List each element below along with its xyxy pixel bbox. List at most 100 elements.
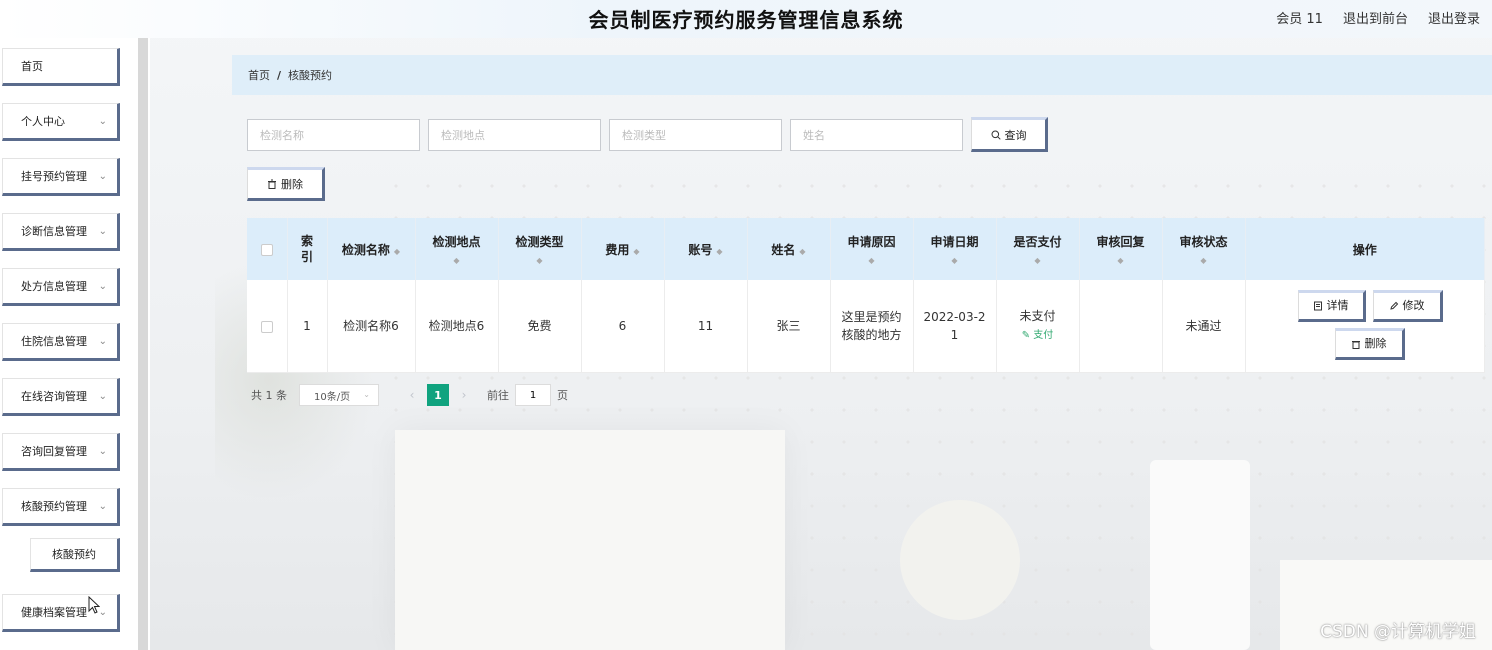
trash-icon bbox=[268, 179, 276, 189]
sidebar-subitem-nucleic-appointment[interactable]: 核酸预约 bbox=[30, 538, 120, 572]
sort-icon[interactable]: ◆ bbox=[716, 247, 722, 256]
sidebar-item-6[interactable]: 在线咨询管理 ⌄ bbox=[2, 378, 120, 416]
goto-page-input[interactable] bbox=[515, 384, 551, 406]
sidebar-item-1[interactable]: 个人中心 ⌄ bbox=[2, 103, 120, 141]
test-name-input[interactable] bbox=[247, 119, 420, 151]
pagination: 共 1 条 10条/页 ⌄ ‹ 1 › 前往 页 bbox=[251, 384, 568, 406]
header-reply[interactable]: 审核回复 ◆ bbox=[1079, 218, 1163, 280]
sidebar-item-5[interactable]: 住院信息管理 ⌄ bbox=[2, 323, 120, 361]
breadcrumb-home[interactable]: 首页 bbox=[248, 67, 270, 83]
header-label: 检测名称 bbox=[341, 242, 390, 257]
sidebar-item-label: 诊断信息管理 bbox=[21, 225, 87, 238]
mouse-cursor-icon bbox=[88, 596, 100, 614]
header-reason[interactable]: 申请原因 ◆ bbox=[830, 218, 914, 280]
header-test-type[interactable]: 检测类型 ◆ bbox=[498, 218, 582, 280]
sidebar-item-2[interactable]: 挂号预约管理 ⌄ bbox=[2, 158, 120, 196]
select-all-checkbox[interactable] bbox=[260, 243, 273, 256]
sort-icon[interactable]: ◆ bbox=[420, 256, 494, 265]
header-fee[interactable]: 费用 ◆ bbox=[581, 218, 665, 280]
header-select-all[interactable] bbox=[247, 218, 288, 280]
sort-icon[interactable]: ◆ bbox=[799, 247, 805, 256]
sort-icon[interactable]: ◆ bbox=[1084, 256, 1158, 265]
sort-icon[interactable]: ◆ bbox=[918, 256, 992, 265]
test-location-input[interactable] bbox=[428, 119, 601, 151]
edit-icon bbox=[1389, 301, 1398, 310]
header-test-name[interactable]: 检测名称 ◆ bbox=[327, 218, 416, 280]
sort-icon[interactable]: ◆ bbox=[503, 256, 577, 265]
header-label: 账号 bbox=[688, 242, 713, 257]
sidebar-item-label: 首页 bbox=[21, 60, 43, 73]
cell-actions: 详情 修改 删除 bbox=[1245, 280, 1485, 373]
sidebar-item-label: 住院信息管理 bbox=[21, 335, 87, 348]
chevron-down-icon: ⌄ bbox=[98, 336, 107, 347]
edit-button[interactable]: 修改 bbox=[1372, 290, 1443, 322]
query-button[interactable]: 查询 bbox=[971, 117, 1048, 152]
top-header: 会员制医疗预约服务管理信息系统 会员 11 退出到前台 退出登录 bbox=[0, 0, 1492, 38]
header-account[interactable]: 账号 ◆ bbox=[664, 218, 748, 280]
sidebar-item-label: 咨询回复管理 bbox=[21, 445, 87, 458]
batch-delete-label: 删除 bbox=[281, 178, 303, 191]
header-label: 检测地点 bbox=[432, 235, 481, 249]
pay-link[interactable]: ✎ 支付 bbox=[1001, 327, 1075, 345]
person-name-input[interactable] bbox=[790, 119, 963, 151]
paid-status: 未支付 bbox=[1019, 309, 1056, 323]
page-number-current[interactable]: 1 bbox=[427, 384, 449, 406]
page-size-select[interactable]: 10条/页 ⌄ bbox=[299, 384, 379, 406]
logout-link[interactable]: 退出登录 bbox=[1428, 8, 1480, 27]
user-label: 会员 11 bbox=[1276, 12, 1323, 27]
goto-suffix: 页 bbox=[557, 389, 568, 402]
cell-paid: 未支付 ✎ 支付 bbox=[996, 280, 1080, 373]
sort-icon[interactable]: ◆ bbox=[835, 256, 909, 265]
sidebar-item-label: 健康档案管理 bbox=[21, 606, 87, 619]
batch-delete-button[interactable]: 删除 bbox=[247, 167, 325, 201]
sidebar-item-label: 处方信息管理 bbox=[21, 280, 87, 293]
header-label: 申请原因 bbox=[847, 235, 896, 249]
table-row: 1 检测名称6 检测地点6 免费 6 11 张三 这里是预约核酸的地方 2022… bbox=[247, 280, 1485, 373]
sort-icon[interactable]: ◆ bbox=[1001, 256, 1075, 265]
sort-icon[interactable]: ◆ bbox=[394, 247, 400, 256]
sidebar-item-7[interactable]: 咨询回复管理 ⌄ bbox=[2, 433, 120, 471]
row-select-cell[interactable] bbox=[247, 280, 288, 373]
row-checkbox[interactable] bbox=[260, 320, 273, 333]
next-page-button[interactable]: › bbox=[453, 388, 475, 402]
header-name[interactable]: 姓名 ◆ bbox=[747, 218, 831, 280]
exit-to-front-link[interactable]: 退出到前台 bbox=[1343, 8, 1408, 27]
sidebar-item-8[interactable]: 核酸预约管理 ⌄ bbox=[2, 488, 120, 526]
sidebar-item-label: 在线咨询管理 bbox=[21, 390, 87, 403]
cell-test-name: 检测名称6 bbox=[327, 280, 416, 373]
row-delete-button[interactable]: 删除 bbox=[1334, 328, 1405, 360]
cell-reply bbox=[1079, 280, 1163, 373]
goto-prefix: 前往 bbox=[487, 389, 509, 402]
prev-page-button[interactable]: ‹ bbox=[401, 388, 423, 402]
cell-test-type: 免费 bbox=[498, 280, 582, 373]
sort-icon[interactable]: ◆ bbox=[633, 247, 639, 256]
sort-icon[interactable]: ◆ bbox=[1167, 256, 1241, 265]
sidebar-scrollbar[interactable] bbox=[138, 38, 148, 650]
chevron-down-icon: ⌄ bbox=[98, 391, 107, 402]
sidebar-item-0[interactable]: 首页 bbox=[2, 48, 120, 86]
header-test-location[interactable]: 检测地点 ◆ bbox=[415, 218, 499, 280]
sidebar-item-9[interactable]: 健康档案管理 ⌄ bbox=[2, 594, 120, 632]
background-shape bbox=[395, 430, 785, 650]
sidebar-item-3[interactable]: 诊断信息管理 ⌄ bbox=[2, 213, 120, 251]
cell-account: 11 bbox=[664, 280, 748, 373]
header-label: 检测类型 bbox=[515, 235, 564, 249]
sidebar-subitem-label: 核酸预约 bbox=[52, 548, 96, 561]
detail-button[interactable]: 详情 bbox=[1297, 290, 1366, 322]
cell-fee: 6 bbox=[581, 280, 665, 373]
edit-button-label: 修改 bbox=[1402, 299, 1425, 312]
header-date[interactable]: 申请日期 ◆ bbox=[913, 218, 997, 280]
sidebar-item-4[interactable]: 处方信息管理 ⌄ bbox=[2, 268, 120, 306]
breadcrumb-separator: / bbox=[277, 68, 282, 82]
cell-test-location: 检测地点6 bbox=[415, 280, 499, 373]
test-type-input[interactable] bbox=[609, 119, 782, 151]
header-status[interactable]: 审核状态 ◆ bbox=[1162, 218, 1246, 280]
query-button-label: 查询 bbox=[1004, 128, 1027, 142]
cell-reason: 这里是预约核酸的地方 bbox=[830, 280, 914, 373]
document-icon bbox=[1313, 301, 1322, 311]
page-size-value: 10条/页 bbox=[314, 391, 351, 403]
header-label: 操作 bbox=[1352, 242, 1377, 257]
cell-date: 2022-03-21 bbox=[913, 280, 997, 373]
header-paid[interactable]: 是否支付 ◆ bbox=[996, 218, 1080, 280]
pay-link-label: 支付 bbox=[1033, 330, 1054, 341]
